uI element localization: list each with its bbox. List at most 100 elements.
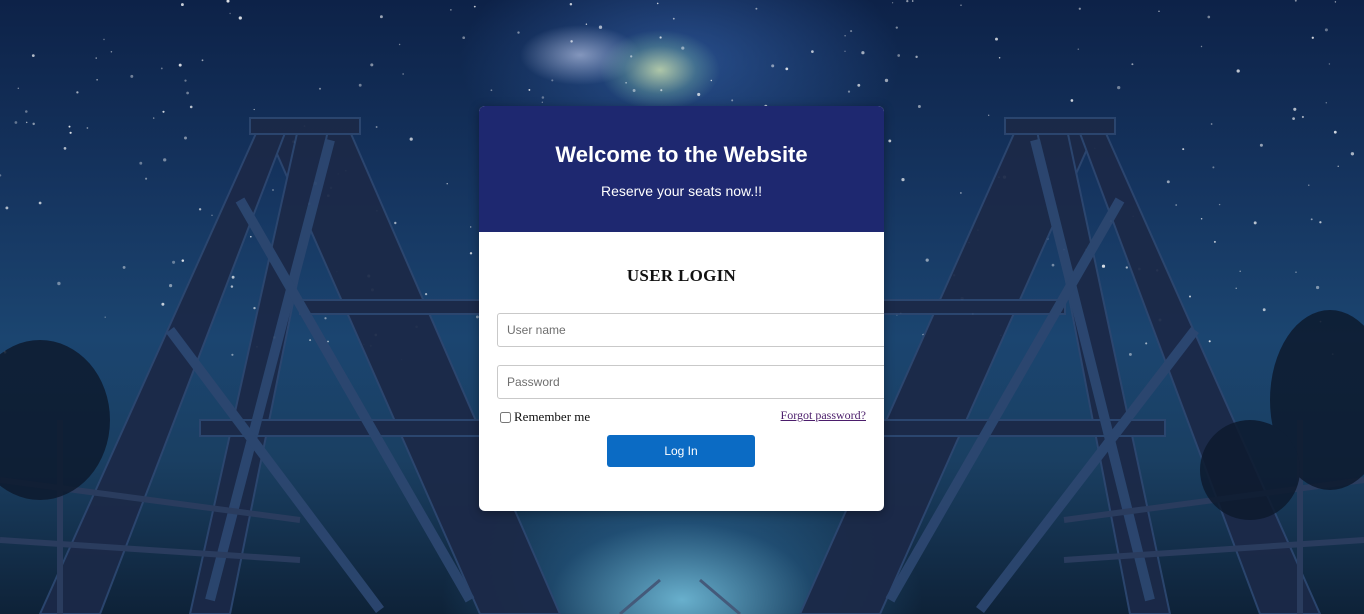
star	[32, 122, 35, 126]
star	[1236, 69, 1240, 73]
star	[998, 56, 1001, 59]
star	[318, 87, 322, 90]
username-input[interactable]	[497, 313, 884, 347]
star	[379, 15, 383, 19]
star	[917, 105, 921, 108]
star	[672, 17, 675, 20]
star	[891, 2, 894, 4]
star	[1208, 340, 1211, 343]
star	[630, 55, 633, 58]
star	[309, 339, 312, 342]
star	[104, 316, 106, 318]
star	[226, 0, 230, 3]
star	[1200, 45, 1203, 48]
star	[473, 5, 476, 8]
star	[659, 36, 662, 39]
star	[69, 131, 72, 134]
star	[1334, 1, 1337, 3]
star	[249, 235, 252, 238]
star	[656, 2, 659, 5]
star	[1325, 102, 1328, 104]
star	[462, 36, 466, 40]
star	[785, 67, 789, 71]
star	[1166, 180, 1170, 184]
star	[861, 51, 865, 55]
star	[625, 81, 627, 84]
star	[57, 281, 61, 286]
star	[1311, 36, 1314, 39]
star	[253, 306, 256, 310]
star	[850, 30, 853, 33]
star	[375, 126, 378, 128]
star	[1101, 264, 1106, 268]
star	[911, 0, 914, 2]
star	[1337, 165, 1339, 167]
star	[528, 88, 531, 91]
star	[130, 74, 134, 78]
star	[960, 4, 962, 7]
login-button[interactable]: Log In	[607, 435, 755, 467]
star	[771, 64, 775, 68]
star	[25, 121, 28, 124]
star	[490, 89, 493, 92]
star	[857, 83, 861, 87]
star	[139, 161, 143, 165]
star	[163, 158, 167, 162]
star	[1213, 240, 1216, 243]
star	[110, 51, 113, 53]
remember-me[interactable]: Remember me	[500, 409, 590, 425]
star	[1125, 266, 1128, 269]
star	[152, 117, 155, 119]
star	[409, 137, 413, 141]
star	[469, 252, 473, 255]
star	[731, 99, 734, 102]
star	[517, 31, 520, 34]
welcome-title: Welcome to the Website	[555, 142, 808, 167]
star	[1175, 204, 1178, 206]
star	[14, 121, 18, 124]
star	[211, 214, 213, 217]
star	[811, 50, 814, 53]
star	[755, 7, 758, 10]
star	[63, 147, 67, 150]
star	[1293, 107, 1297, 111]
star	[570, 40, 573, 43]
remember-me-checkbox[interactable]	[500, 411, 511, 423]
star	[424, 292, 428, 296]
star	[76, 91, 79, 94]
star	[31, 54, 35, 57]
star	[122, 265, 126, 269]
star	[160, 67, 163, 70]
star	[925, 258, 929, 262]
card-header: Welcome to the Website Reserve your seat…	[479, 106, 884, 232]
star	[1294, 0, 1297, 2]
star	[847, 90, 851, 93]
password-input[interactable]	[497, 365, 884, 399]
star	[1158, 10, 1160, 12]
star	[1218, 203, 1221, 206]
star	[1308, 184, 1310, 186]
star	[1324, 28, 1328, 32]
forgot-password-link[interactable]: Forgot password?	[781, 408, 866, 423]
star	[1188, 295, 1192, 298]
star	[231, 353, 234, 356]
star	[844, 50, 846, 52]
star	[198, 208, 202, 211]
star	[1078, 7, 1081, 10]
star	[1301, 115, 1304, 119]
star	[888, 139, 892, 143]
star	[1292, 117, 1295, 120]
star	[1077, 48, 1080, 50]
star	[86, 127, 89, 129]
star	[710, 79, 713, 82]
star	[272, 189, 274, 191]
star	[446, 183, 448, 185]
star	[901, 178, 905, 182]
star	[995, 37, 998, 41]
star	[96, 79, 98, 81]
star	[201, 59, 204, 62]
star	[230, 285, 234, 288]
star	[1128, 352, 1132, 356]
welcome-subtitle: Reserve your seats now.!!	[600, 183, 763, 199]
star	[184, 136, 187, 140]
